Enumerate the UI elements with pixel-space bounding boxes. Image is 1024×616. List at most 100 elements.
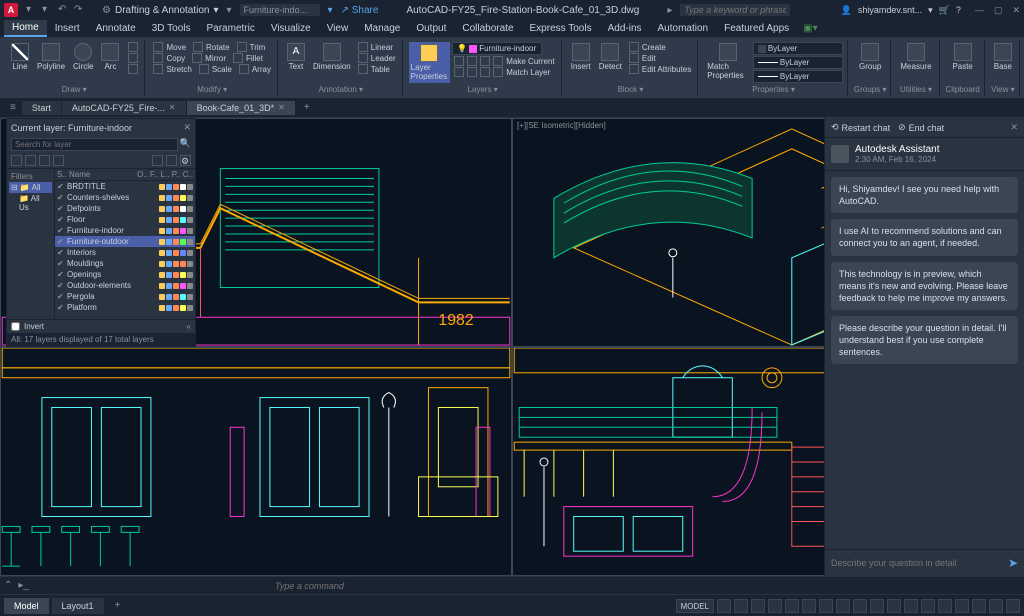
qat-save-icon[interactable]: ▾ [26,4,38,16]
circle-button[interactable]: Circle [70,42,96,72]
tab-home[interactable]: Home [4,20,47,37]
tab-insert[interactable]: Insert [47,21,88,36]
search-icon[interactable]: 🔍 [180,138,191,151]
qat-open-icon[interactable]: ▾ [42,4,54,16]
transparency-toggle[interactable] [836,599,850,613]
tab-doc-1[interactable]: AutoCAD-FY25_Fire-...✕ [62,101,186,115]
share-button[interactable]: ↗ Share [341,5,379,16]
add-layout-button[interactable]: + [107,597,129,614]
annoscale-toggle[interactable] [870,599,884,613]
match-properties-button[interactable]: Match Properties [704,42,751,81]
qat-undo-icon[interactable]: ↶ [58,4,70,16]
tab-manage[interactable]: Manage [356,21,408,36]
help-search[interactable] [680,4,790,16]
layer-row[interactable]: ✔BRDTITLE [55,181,195,192]
panel-toggle-icon[interactable]: ▣▾ [803,23,817,34]
customize-toggle[interactable] [1006,599,1020,613]
tab-visualize[interactable]: Visualize [263,21,319,36]
tab-output[interactable]: Output [408,21,454,36]
filter-all-used[interactable]: 📁 All Us [9,193,52,213]
layer-properties-button[interactable]: Layer Properties [409,42,451,83]
layer-row[interactable]: ✔Pergola [55,291,195,302]
invert-filter-checkbox[interactable] [11,322,20,331]
layout1-tab[interactable]: Layout1 [52,598,104,614]
isolate-toggle[interactable] [955,599,969,613]
ortho-toggle[interactable] [751,599,765,613]
workspace-toggle[interactable] [887,599,901,613]
close-icon[interactable]: ✕ [278,103,285,112]
text-button[interactable]: AText [284,42,308,72]
maximize-button[interactable]: ▢ [994,5,1003,16]
tab-express[interactable]: Express Tools [522,21,600,36]
layer-combo[interactable]: 💡Furniture-indoor [452,42,542,55]
tab-doc-2[interactable]: Book-Cafe_01_3D*✕ [187,101,295,115]
polyline-button[interactable]: Polyline [34,42,68,72]
units-toggle[interactable] [921,599,935,613]
quickprops-toggle[interactable] [938,599,952,613]
layer-row[interactable]: ✔Defpoints [55,203,195,214]
layer-search-input[interactable] [11,138,178,151]
tab-view[interactable]: View [319,21,357,36]
layer-row[interactable]: ✔Counters-shelves [55,192,195,203]
tab-featured[interactable]: Featured Apps [716,21,797,36]
qat-redo-icon[interactable]: ↷ [74,4,86,16]
new-tab-button[interactable]: + [296,100,318,115]
assistant-input[interactable] [831,558,1004,568]
cycling-toggle[interactable] [853,599,867,613]
lweight-toggle[interactable] [819,599,833,613]
tab-automation[interactable]: Automation [650,21,717,36]
close-icon[interactable]: ✕ [183,122,191,133]
line-button[interactable]: Line [8,42,32,72]
polar-toggle[interactable] [768,599,782,613]
layer-quick-input[interactable] [240,4,320,16]
help-icon[interactable]: ? [956,5,961,15]
command-input[interactable] [35,581,1020,591]
app-logo[interactable]: A [4,3,18,17]
end-chat-button[interactable]: ⊘End chat [898,122,944,133]
dimension-button[interactable]: Dimension [310,42,354,72]
insert-button[interactable]: Insert [568,42,594,72]
cmd-history-icon[interactable]: ⌃ [4,580,12,591]
osnap-toggle[interactable] [785,599,799,613]
basket-icon[interactable]: 🛒 [939,5,950,16]
arc-button[interactable]: Arc [98,42,122,72]
tab-annotate[interactable]: Annotate [88,21,144,36]
viewport-bottom-left[interactable] [0,347,512,576]
tab-start[interactable]: Start [22,101,61,115]
signin-icon[interactable]: 👤 [841,5,852,16]
otrack-toggle[interactable] [802,599,816,613]
snap-toggle[interactable] [734,599,748,613]
layer-row[interactable]: ✔Floor [55,214,195,225]
detect-button[interactable]: Detect [596,42,625,72]
grid-toggle[interactable] [717,599,731,613]
layer-row[interactable]: ✔Mouldings [55,258,195,269]
tab-3d-tools[interactable]: 3D Tools [144,21,199,36]
tab-collaborate[interactable]: Collaborate [454,21,521,36]
model-badge[interactable]: MODEL [676,599,714,613]
model-tab[interactable]: Model [4,598,49,614]
layer-row[interactable]: ✔Outdoor-elements [55,280,195,291]
minimize-button[interactable]: — [975,5,984,16]
close-button[interactable]: ✕ [1012,5,1020,16]
workspace-selector[interactable]: ⚙ Drafting & Annotation ▾ [102,5,219,16]
layer-row[interactable]: ✔Furniture-indoor [55,225,195,236]
close-icon[interactable]: ✕ [1010,122,1018,133]
cleanscreen-toggle[interactable] [989,599,1003,613]
layer-row[interactable]: ✔Furniture-outdoor [55,236,195,247]
viewport-label[interactable]: [+][SE Isometric][Hidden] [517,121,606,130]
chevron-down-icon[interactable]: ▾ [928,5,933,16]
send-icon[interactable]: ➤ [1008,556,1018,570]
layer-row[interactable]: ✔Interiors [55,247,195,258]
tab-parametric[interactable]: Parametric [198,21,262,36]
close-icon[interactable]: ✕ [169,103,176,112]
tab-menu-icon[interactable]: ≡ [4,100,22,115]
gear-icon[interactable]: ⚙ [180,155,191,166]
user-name[interactable]: shiyamdev.snt... [858,5,922,15]
filter-all[interactable]: ⊟ 📁 All [9,182,52,193]
layer-row[interactable]: ✔Openings [55,269,195,280]
layer-row[interactable]: ✔Platform [55,302,195,313]
restart-chat-button[interactable]: ⟲Restart chat [831,122,890,133]
monitor-toggle[interactable] [904,599,918,613]
tab-addins[interactable]: Add-ins [600,21,650,36]
hardware-toggle[interactable] [972,599,986,613]
